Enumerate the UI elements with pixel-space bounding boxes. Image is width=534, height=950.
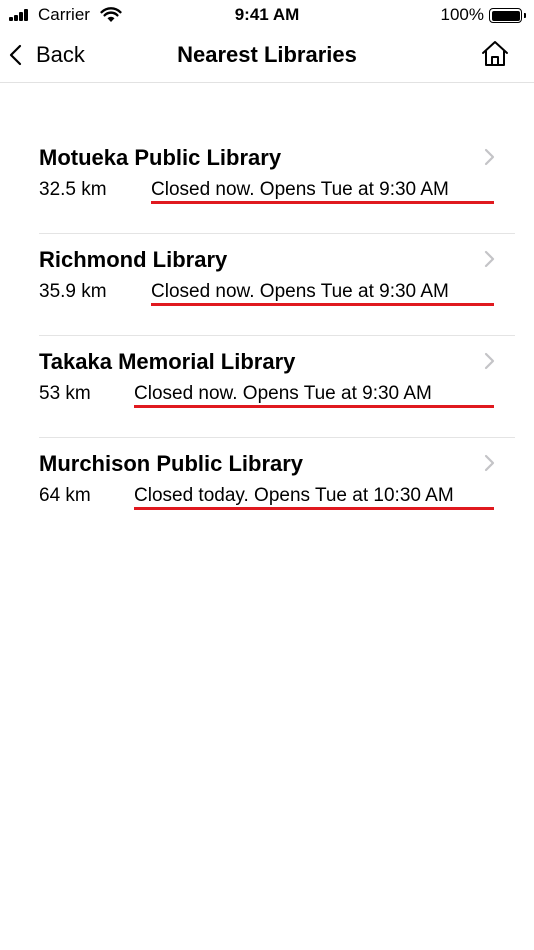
chevron-right-icon bbox=[484, 454, 495, 472]
library-row[interactable]: Richmond Library 35.9 km Closed now. Ope… bbox=[39, 234, 515, 336]
library-status: Closed today. Opens Tue at 10:30 AM bbox=[134, 485, 454, 506]
battery-nub bbox=[523, 13, 526, 18]
library-distance: 64 km bbox=[39, 485, 91, 506]
status-underline bbox=[151, 303, 494, 306]
home-icon[interactable] bbox=[480, 39, 510, 69]
library-name: Takaka Memorial Library bbox=[39, 349, 296, 374]
battery-icon bbox=[489, 8, 522, 23]
library-name: Richmond Library bbox=[39, 247, 228, 272]
library-status: Closed now. Opens Tue at 9:30 AM bbox=[151, 179, 449, 200]
page-title: Nearest Libraries bbox=[177, 42, 357, 67]
library-row[interactable]: Takaka Memorial Library 53 km Closed now… bbox=[39, 336, 515, 438]
library-list: Motueka Public Library 32.5 km Closed no… bbox=[39, 132, 515, 540]
library-status: Closed now. Opens Tue at 9:30 AM bbox=[151, 281, 449, 302]
library-row[interactable]: Motueka Public Library 32.5 km Closed no… bbox=[39, 132, 515, 234]
navigation-bar: Back Nearest Libraries bbox=[0, 30, 534, 83]
library-distance: 35.9 km bbox=[39, 281, 107, 302]
chevron-right-icon bbox=[484, 148, 495, 166]
status-underline bbox=[151, 201, 494, 204]
library-row[interactable]: Murchison Public Library 64 km Closed to… bbox=[39, 438, 515, 540]
library-status: Closed now. Opens Tue at 9:30 AM bbox=[134, 383, 432, 404]
library-name: Murchison Public Library bbox=[39, 451, 304, 476]
library-name: Motueka Public Library bbox=[39, 145, 282, 170]
status-underline bbox=[134, 507, 494, 510]
chevron-right-icon bbox=[484, 352, 495, 370]
library-distance: 32.5 km bbox=[39, 179, 107, 200]
status-underline bbox=[134, 405, 494, 408]
chevron-right-icon bbox=[484, 250, 495, 268]
library-distance: 53 km bbox=[39, 383, 91, 404]
status-bar: Carrier 9:41 AM 100% bbox=[0, 0, 534, 30]
battery-percentage: 100% bbox=[440, 5, 484, 24]
